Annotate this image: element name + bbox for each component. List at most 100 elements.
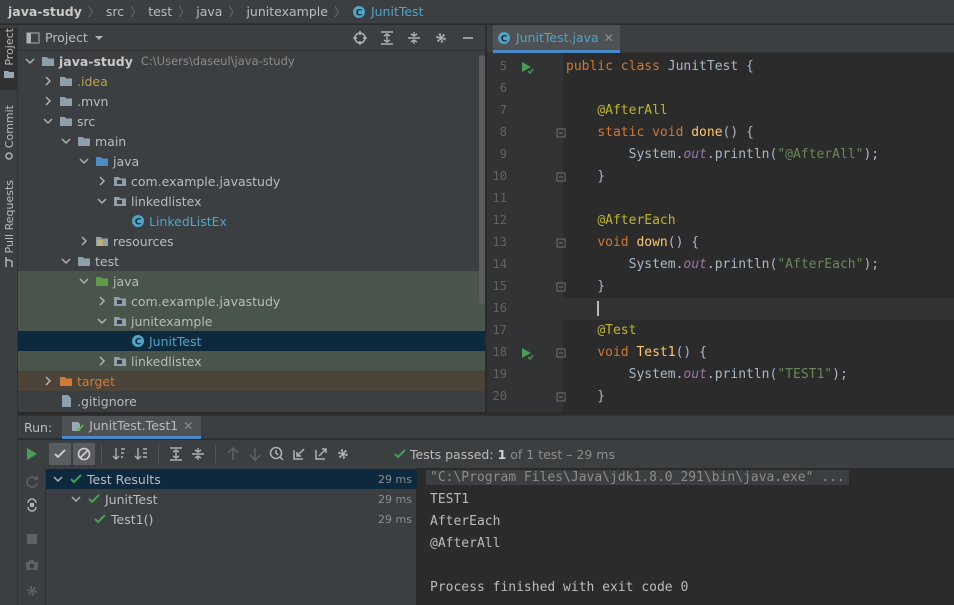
- tree-item[interactable]: java-study C:\Users\daseul\java-study: [18, 51, 485, 71]
- tree-item[interactable]: C JunitTest: [18, 331, 485, 351]
- tree-item[interactable]: .mvn: [18, 91, 485, 111]
- settings-button[interactable]: [21, 580, 43, 602]
- test-status: Tests passed: 1 of 1 test – 29 ms: [394, 447, 615, 462]
- chevron-right-icon[interactable]: [96, 355, 108, 367]
- expand-all-button[interactable]: [165, 443, 187, 465]
- sort-duration-icon: [134, 448, 147, 460]
- collapse-all-icon: [408, 32, 420, 44]
- project-panel-title[interactable]: Project: [45, 30, 88, 45]
- test-result-row[interactable]: Test1() 29 ms: [46, 509, 417, 529]
- export-tests-button[interactable]: [310, 443, 332, 465]
- tree-item[interactable]: .idea: [18, 71, 485, 91]
- tree-item[interactable]: C LinkedListEx: [18, 211, 485, 231]
- tree-item-label: junitexample: [131, 313, 213, 329]
- hide-panel-button[interactable]: [457, 27, 479, 49]
- chevron-down-icon[interactable]: [78, 155, 90, 167]
- rerun-button[interactable]: [21, 443, 43, 465]
- tree-item[interactable]: com.example.javastudy: [18, 171, 485, 191]
- chevron-down-icon[interactable]: [78, 275, 90, 287]
- chevron-right-icon[interactable]: [42, 95, 54, 107]
- tree-scrollbar[interactable]: [479, 55, 485, 305]
- show-passed-toggle[interactable]: [49, 443, 71, 465]
- tree-item[interactable]: junitexample: [18, 311, 485, 331]
- test-history-button[interactable]: [266, 443, 288, 465]
- expand-all-button[interactable]: [376, 27, 398, 49]
- sort-by-duration-button[interactable]: [130, 443, 152, 465]
- locate-file-button[interactable]: [349, 27, 371, 49]
- stop-button[interactable]: [21, 528, 43, 550]
- chevron-down-icon[interactable]: [96, 315, 108, 327]
- breadcrumb-item[interactable]: java-study: [8, 4, 82, 19]
- run-settings-button[interactable]: [332, 443, 354, 465]
- show-ignored-toggle[interactable]: [73, 443, 95, 465]
- chevron-right-icon[interactable]: [96, 175, 108, 187]
- tree-item[interactable]: .gitignore: [18, 391, 485, 411]
- tree-item[interactable]: java: [18, 151, 485, 171]
- chevron-right-icon[interactable]: [96, 295, 108, 307]
- sort-alphabetically-button[interactable]: [108, 443, 130, 465]
- rerun-failed-button[interactable]: [21, 470, 43, 492]
- line-number: 14: [492, 257, 507, 271]
- svg-text:C: C: [501, 34, 508, 44]
- tool-tab-commit[interactable]: Commit: [0, 105, 18, 167]
- tool-tab-pull-requests[interactable]: Pull Requests: [0, 180, 18, 275]
- console-output[interactable]: "C:\Program Files\Java\jdk1.8.0_291\bin\…: [418, 468, 954, 605]
- resources-folder-icon: [96, 237, 108, 246]
- settings-button[interactable]: [430, 27, 452, 49]
- chevron-down-icon[interactable]: [60, 255, 72, 267]
- tree-item[interactable]: java: [18, 271, 485, 291]
- code-area[interactable]: public class JunitTest { @AfterAll stati…: [487, 53, 954, 412]
- tree-item-label: test: [95, 253, 120, 269]
- folder-icon: [4, 70, 14, 78]
- test-result-row[interactable]: JunitTest 29 ms: [46, 489, 417, 509]
- chevron-down-icon[interactable]: [52, 473, 64, 485]
- tree-item[interactable]: com.example.javastudy: [18, 291, 485, 311]
- next-failed-button[interactable]: [244, 443, 266, 465]
- line-number: 9: [499, 147, 507, 161]
- tree-item[interactable]: main: [18, 131, 485, 151]
- project-panel: Project java-study C:\Users\daseul\java-s…: [18, 25, 485, 412]
- breadcrumb-item[interactable]: src: [106, 4, 124, 19]
- editor-tab-junittest[interactable]: C JunitTest.java ✕: [493, 25, 620, 53]
- chevron-down-icon[interactable]: [96, 195, 108, 207]
- chevron-down-icon[interactable]: [70, 493, 82, 505]
- chevron-down-icon[interactable]: [94, 34, 104, 42]
- line-number: 8: [499, 125, 507, 139]
- breadcrumb-item[interactable]: junitexample: [246, 4, 328, 19]
- status-rest: of 1 test – 29 ms: [510, 446, 615, 462]
- tree-item[interactable]: resources: [18, 231, 485, 251]
- toggle-auto-test-button[interactable]: [21, 494, 43, 516]
- tree-item-label: .idea: [77, 73, 108, 89]
- tree-item[interactable]: test: [18, 251, 485, 271]
- chevron-down-icon[interactable]: [60, 135, 72, 147]
- chevron-right-icon[interactable]: [42, 75, 54, 87]
- tree-item[interactable]: linkedlistex: [18, 351, 485, 371]
- svg-text:C: C: [356, 8, 363, 18]
- tree-item[interactable]: src: [18, 111, 485, 131]
- run-config-tab[interactable]: JunitTest.Test1 ✕: [62, 415, 202, 439]
- close-icon[interactable]: ✕: [604, 31, 614, 45]
- tree-item[interactable]: linkedlistex: [18, 191, 485, 211]
- chevron-down-icon[interactable]: [24, 55, 36, 67]
- previous-failed-button[interactable]: [222, 443, 244, 465]
- code-token: );: [832, 367, 848, 382]
- chevron-down-icon[interactable]: [42, 115, 54, 127]
- breadcrumb-item[interactable]: java: [196, 4, 222, 19]
- chevron-right-icon[interactable]: [78, 235, 90, 247]
- collapse-all-button[interactable]: [187, 443, 209, 465]
- chevron-right-icon[interactable]: [42, 375, 54, 387]
- arrow-down-icon: [249, 448, 261, 461]
- collapse-all-icon: [192, 448, 204, 460]
- tree-item[interactable]: target: [18, 371, 485, 391]
- collapse-all-button[interactable]: [403, 27, 425, 49]
- breadcrumb-item[interactable]: JunitTest: [371, 4, 424, 19]
- test-result-row[interactable]: Test Results 29 ms: [46, 469, 417, 489]
- close-icon[interactable]: ✕: [183, 419, 193, 433]
- import-tests-button[interactable]: [288, 443, 310, 465]
- tool-tab-project[interactable]: Project: [0, 28, 18, 90]
- screenshot-button[interactable]: [21, 554, 43, 576]
- breadcrumb-item[interactable]: test: [148, 4, 172, 19]
